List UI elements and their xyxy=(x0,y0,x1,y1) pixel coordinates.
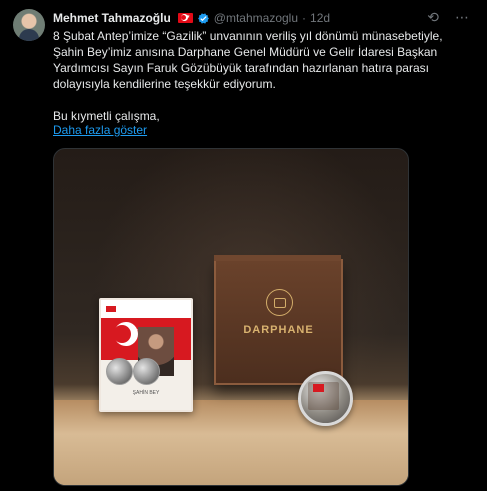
show-more-link[interactable]: Daha fazla göster xyxy=(53,123,147,137)
grok-icon[interactable]: ⟲ xyxy=(427,10,439,24)
verified-badge-icon xyxy=(197,12,209,24)
table-surface xyxy=(54,400,408,485)
coin-image xyxy=(133,358,160,385)
card-name: ŞAHİN BEY xyxy=(132,390,160,396)
darphane-emblem-icon xyxy=(266,289,293,316)
tweet-line: Bu kıymetli çalışma, xyxy=(53,109,160,123)
header-separator: · xyxy=(302,11,307,25)
tweet-line: Şahin Bey’imiz anısına Darphane Genel Mü… xyxy=(53,45,438,59)
author-name[interactable]: Mehmet Tahmazoğlu xyxy=(53,11,171,25)
turkey-flag-icon xyxy=(177,13,193,23)
tweet-media-image[interactable]: DARPHANE ŞAHİN BEY xyxy=(53,148,409,486)
tweet-line: dolayısıyla kendilerine teşekkür ediyoru… xyxy=(53,77,276,91)
tweet-header: Mehmet Tahmazoğlu @mtahmazoglu · 12d xyxy=(53,10,330,26)
tweet-line: Yardımcısı Sayın Faruk Gözübüyük tarafın… xyxy=(53,61,429,75)
author-handle[interactable]: @mtahmazoglu xyxy=(214,11,298,25)
coin-image xyxy=(106,358,133,385)
avatar[interactable] xyxy=(13,9,45,41)
card-header xyxy=(101,300,191,318)
wooden-gift-box: DARPHANE xyxy=(214,255,343,385)
tweet-line: 8 Şubat Antep’imize “Gazilik” unvanının … xyxy=(53,29,443,43)
box-lid xyxy=(214,255,341,261)
commemorative-coin xyxy=(298,371,353,426)
box-label: DARPHANE xyxy=(243,324,314,336)
commemorative-card: ŞAHİN BEY xyxy=(99,298,193,412)
tweet-text: 8 Şubat Antep’imize “Gazilik” unvanının … xyxy=(53,28,463,124)
tweet-actions-top: ⟲ ⋯ xyxy=(427,10,469,24)
timestamp[interactable]: 12d xyxy=(310,11,330,25)
tweet-card: Mehmet Tahmazoğlu @mtahmazoglu · 12d ⟲ ⋯… xyxy=(0,0,487,491)
more-options-icon[interactable]: ⋯ xyxy=(455,10,469,24)
